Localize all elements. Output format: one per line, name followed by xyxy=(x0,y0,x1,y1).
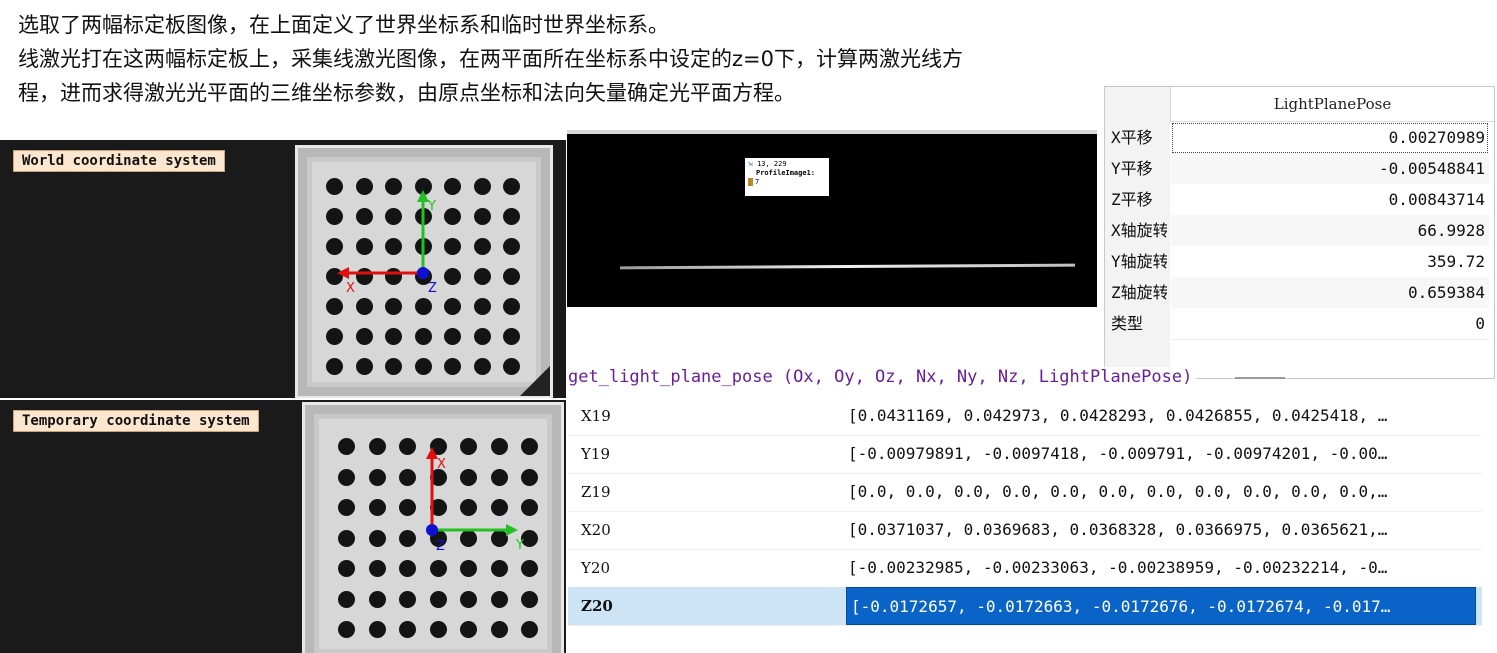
variable-row[interactable]: Z20 [-0.0172657, -0.0172663, -0.0172676, … xyxy=(568,587,1482,626)
variable-row[interactable]: Y19 [-0.00979891, -0.0097418, -0.009791, … xyxy=(568,435,1482,474)
param-row[interactable]: Y轴旋转 359.72 xyxy=(1105,246,1494,278)
param-name: 类型 xyxy=(1111,314,1144,333)
temp-z-label: Z xyxy=(436,539,445,554)
variable-row[interactable]: X20 [0.0371037, 0.0369683, 0.0368328, 0.0… xyxy=(568,511,1482,550)
param-name: Z轴旋转 xyxy=(1111,283,1167,302)
variable-name: X20 xyxy=(581,521,611,539)
operator-divider xyxy=(1235,377,1285,379)
param-row[interactable]: Z平移 0.00843714 xyxy=(1105,184,1494,216)
variable-name: Y19 xyxy=(581,445,610,463)
temp-x-label: X xyxy=(437,457,446,472)
temp-y-label: Y xyxy=(515,538,524,553)
intro-line-3: 程，进而求得激光光平面的三维坐标参数，由原点坐标和法向矢量确定光平面方程。 xyxy=(18,81,795,105)
param-value[interactable]: 0.00270989 xyxy=(1171,122,1489,154)
param-row[interactable]: X轴旋转 66.9928 xyxy=(1105,215,1494,247)
param-name: X平移 xyxy=(1111,128,1153,147)
variable-value[interactable]: [0.0371037, 0.0369683, 0.0368328, 0.0366… xyxy=(848,511,1473,549)
world-origin xyxy=(417,267,429,279)
tooltip-coords: 13, 229 xyxy=(757,160,787,168)
pixel-info-tooltip: ⇲ 13, 229 ProfileImage1: 7 xyxy=(745,158,829,196)
variable-value[interactable]: [-0.0172657, -0.0172663, -0.0172676, -0.… xyxy=(846,587,1476,625)
param-value[interactable]: 0 xyxy=(1171,308,1489,340)
param-row[interactable]: 类型 0 xyxy=(1105,308,1494,340)
intro-text: 选取了两幅标定板图像，在上面定义了世界坐标系和临时世界坐标系。 线激光打在这两幅… xyxy=(18,8,1108,110)
temp-origin xyxy=(426,524,438,536)
param-name: Z平移 xyxy=(1111,190,1153,209)
laser-profile-image[interactable]: ⇲ 13, 229 ProfileImage1: 7 xyxy=(567,130,1097,307)
tooltip-gray-value: 7 xyxy=(755,178,760,186)
temp-y-axis-arrow xyxy=(506,524,518,536)
variable-table: X19 [0.0431169, 0.042973, 0.0428293, 0.04… xyxy=(568,397,1482,626)
intro-line-1: 选取了两幅标定板图像，在上面定义了世界坐标系和临时世界坐标系。 xyxy=(18,13,669,37)
temporary-axes: X Y Z xyxy=(426,447,524,554)
param-value[interactable]: 359.72 xyxy=(1171,246,1489,278)
param-name: Y平移 xyxy=(1111,159,1153,178)
variable-row[interactable]: Z19 [0.0, 0.0, 0.0, 0.0, 0.0, 0.0, 0.0, 0… xyxy=(568,473,1482,512)
param-value[interactable]: -0.00548841 xyxy=(1171,153,1489,185)
param-value[interactable]: 0.659384 xyxy=(1171,277,1489,309)
light-plane-pose-table: LightPlanePose X平移 0.00270989 Y平移 -0.005488… xyxy=(1104,86,1495,379)
param-row[interactable]: X平移 0.00270989 xyxy=(1105,122,1494,154)
param-value[interactable]: 0.00843714 xyxy=(1171,184,1489,216)
variable-name: X19 xyxy=(581,407,611,425)
variable-name: Z20 xyxy=(581,597,613,615)
param-row[interactable]: Y平移 -0.00548841 xyxy=(1105,153,1494,185)
world-z-label: Z xyxy=(428,281,437,296)
laser-line xyxy=(619,263,1076,270)
world-axes: X Y Z xyxy=(337,190,437,296)
variable-row[interactable]: Y20 [-0.00232985, -0.00233063, -0.0023895… xyxy=(568,549,1482,588)
world-x-label: X xyxy=(346,281,355,296)
color-swatch-icon xyxy=(748,178,753,186)
column-header-lightplanepose: LightPlanePose xyxy=(1170,87,1494,122)
world-calibration-image: World coordinate system X Y Z xyxy=(0,140,566,398)
variable-row[interactable]: X19 [0.0431169, 0.042973, 0.0428293, 0.04… xyxy=(568,397,1482,436)
variable-value[interactable]: [-0.00979891, -0.0097418, -0.009791, -0.… xyxy=(848,435,1473,473)
variable-name: Z19 xyxy=(581,483,611,501)
variable-value[interactable]: [-0.00232985, -0.00233063, -0.00238959, … xyxy=(848,549,1473,587)
param-name: Y轴旋转 xyxy=(1111,252,1167,271)
world-y-label: Y xyxy=(427,199,436,214)
temporary-calibration-image: Temporary coordinate system X Y Z xyxy=(0,400,566,653)
param-row[interactable]: Z轴旋转 0.659384 xyxy=(1105,277,1494,309)
operator-signature: get_light_plane_pose (Ox, Oy, Oz, Nx, Ny… xyxy=(568,367,1197,387)
world-x-axis-arrow xyxy=(337,267,349,279)
param-value[interactable]: 66.9928 xyxy=(1171,215,1489,247)
pin-icon: ⇲ xyxy=(748,159,753,168)
variable-value[interactable]: [0.0, 0.0, 0.0, 0.0, 0.0, 0.0, 0.0, 0.0,… xyxy=(848,473,1473,511)
intro-line-2: 线激光打在这两幅标定板上，采集线激光图像，在两平面所在坐标系中设定的z=0下，计… xyxy=(18,47,963,71)
variable-value[interactable]: [0.0431169, 0.042973, 0.0428293, 0.04268… xyxy=(848,397,1473,435)
tooltip-image-name: ProfileImage1: xyxy=(756,169,816,177)
param-name: X轴旋转 xyxy=(1111,221,1167,240)
variable-name: Y20 xyxy=(581,559,610,577)
